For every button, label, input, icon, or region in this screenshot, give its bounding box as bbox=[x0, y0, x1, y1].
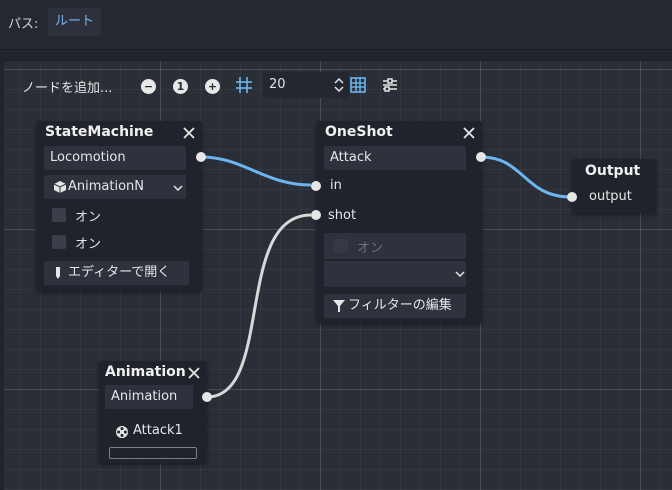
input-port-output[interactable] bbox=[567, 192, 577, 202]
timeline-bar[interactable] bbox=[109, 447, 197, 459]
open-editor-label: エディターで開く bbox=[68, 265, 171, 280]
chevron-down-icon bbox=[455, 271, 465, 277]
cube-icon bbox=[53, 181, 67, 193]
animation-select-value: AnimationN bbox=[68, 179, 145, 194]
close-icon[interactable] bbox=[188, 367, 200, 379]
mode-select[interactable] bbox=[324, 261, 466, 287]
path-label: パス: bbox=[8, 17, 39, 32]
animation-tree-graph[interactable]: ノードを追加... − 1 + 20 StateMachine Locomoti… bbox=[4, 60, 672, 490]
input-port-in[interactable] bbox=[311, 181, 321, 191]
node-title: StateMachine bbox=[45, 124, 154, 140]
open-editor-button[interactable]: エディターで開く bbox=[44, 261, 189, 285]
snap-value-spinbox[interactable]: 20 bbox=[263, 72, 349, 98]
output-port[interactable] bbox=[476, 152, 486, 162]
edit-filters-button[interactable]: フィルターの編集 bbox=[324, 294, 466, 318]
node-title: Animation bbox=[105, 364, 186, 380]
close-icon[interactable] bbox=[463, 127, 475, 139]
node-title: OneShot bbox=[325, 124, 393, 140]
port-attack: Attack bbox=[324, 146, 466, 170]
node-statemachine[interactable]: StateMachine Locomotion AnimationN オン オン… bbox=[36, 121, 206, 291]
chevron-down-icon bbox=[173, 185, 183, 191]
node-output[interactable]: Output output bbox=[567, 159, 656, 213]
checkbox-disabled bbox=[334, 239, 348, 253]
animation-clip-label[interactable]: Attack1 bbox=[133, 423, 183, 438]
minimap-icon[interactable] bbox=[380, 75, 400, 95]
node-title: Output bbox=[585, 163, 641, 179]
input-port-shot[interactable] bbox=[311, 210, 321, 220]
snap-value: 20 bbox=[269, 77, 286, 92]
checkbox-disabled-label: オン bbox=[357, 241, 384, 256]
zoom-reset-icon[interactable]: 1 bbox=[173, 79, 188, 94]
output-port[interactable] bbox=[202, 392, 212, 402]
edit-icon bbox=[56, 267, 60, 279]
snap-grid-icon[interactable] bbox=[234, 75, 254, 95]
port-locomotion: Locomotion bbox=[44, 146, 186, 170]
filter-icon bbox=[333, 300, 345, 312]
port-in-label: in bbox=[330, 178, 342, 193]
grid-toggle-icon[interactable] bbox=[348, 75, 368, 95]
checkbox-2-label: オン bbox=[75, 237, 102, 252]
zoom-out-icon[interactable]: − bbox=[141, 79, 156, 94]
node-oneshot[interactable]: OneShot Attack in shot オン フィルターの編集 bbox=[311, 121, 486, 323]
graph-toolbar: ノードを追加... − 1 + 20 bbox=[4, 61, 672, 109]
node-animation[interactable]: Animation Animation Attack1 bbox=[99, 361, 212, 463]
zoom-in-icon[interactable]: + bbox=[205, 79, 220, 94]
port-shot-label: shot bbox=[328, 208, 357, 223]
port-animation: Animation bbox=[105, 385, 193, 409]
output-port[interactable] bbox=[196, 152, 206, 162]
path-root-button[interactable]: ルート bbox=[48, 8, 102, 36]
checkbox-1[interactable] bbox=[52, 208, 66, 222]
port-output-label: output bbox=[589, 189, 632, 204]
path-bar: パス: ルート bbox=[0, 0, 672, 50]
close-icon[interactable] bbox=[183, 127, 195, 139]
edit-filters-label: フィルターの編集 bbox=[348, 298, 452, 313]
checkbox-1-label: オン bbox=[75, 210, 102, 225]
checkbox-2[interactable] bbox=[52, 235, 66, 249]
film-reel-icon bbox=[116, 426, 128, 438]
add-node-button[interactable]: ノードを追加... bbox=[22, 77, 112, 96]
spin-arrows-icon[interactable] bbox=[333, 77, 345, 93]
